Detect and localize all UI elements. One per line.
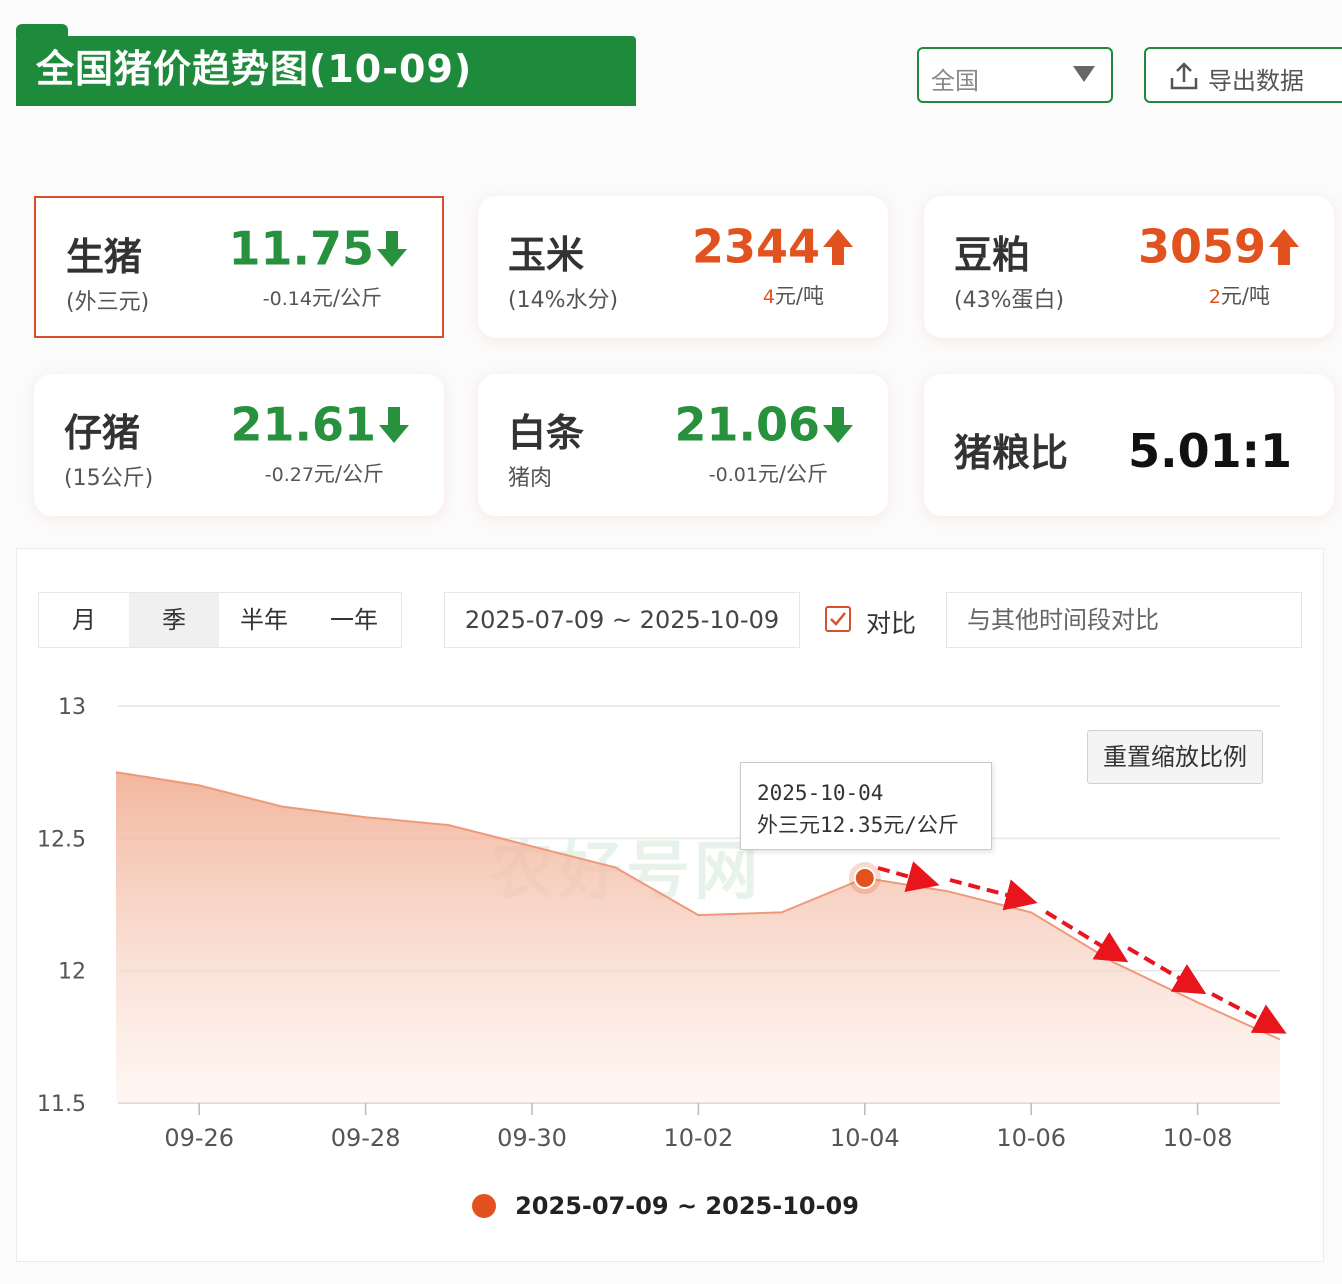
y-tick-label: 11.5 bbox=[37, 1092, 86, 1117]
tooltip-date: 2025-10-04 bbox=[757, 781, 884, 805]
series-area bbox=[116, 772, 1280, 1103]
reset-zoom-button[interactable]: 重置缩放比例 bbox=[1087, 730, 1263, 784]
legend-label: 2025-07-09 ~ 2025-10-09 bbox=[515, 1192, 859, 1220]
x-tick-label: 09-28 bbox=[331, 1124, 401, 1152]
price-chart: 13 12.5 12 11.5 09-26 09-28 09-30 10-02 10-04 10… bbox=[37, 695, 1287, 1152]
y-tick-label: 13 bbox=[58, 695, 86, 720]
highlight-point-group bbox=[848, 862, 881, 895]
x-tick-label: 10-08 bbox=[1163, 1124, 1233, 1152]
y-axis-ticks: 13 12.5 12 11.5 bbox=[37, 695, 86, 1117]
y-tick-label: 12 bbox=[58, 960, 86, 985]
x-tick-label: 09-26 bbox=[164, 1124, 234, 1152]
x-tick-label: 10-06 bbox=[996, 1124, 1066, 1152]
y-tick-label: 12.5 bbox=[37, 827, 86, 852]
x-axis-ticks: 09-26 09-28 09-30 10-02 10-04 10-06 10-08 bbox=[164, 1103, 1232, 1152]
x-tick-label: 09-30 bbox=[497, 1124, 567, 1152]
tooltip-value: 外三元12.35元/公斤 bbox=[757, 813, 959, 837]
x-tick-label: 10-04 bbox=[830, 1124, 900, 1152]
highlight-point bbox=[853, 867, 876, 890]
chart-tooltip: 2025-10-04 外三元12.35元/公斤 bbox=[740, 762, 992, 850]
chart-legend[interactable]: 2025-07-09 ~ 2025-10-09 bbox=[472, 1192, 859, 1228]
x-tick-label: 10-02 bbox=[664, 1124, 734, 1152]
legend-marker bbox=[472, 1194, 496, 1218]
